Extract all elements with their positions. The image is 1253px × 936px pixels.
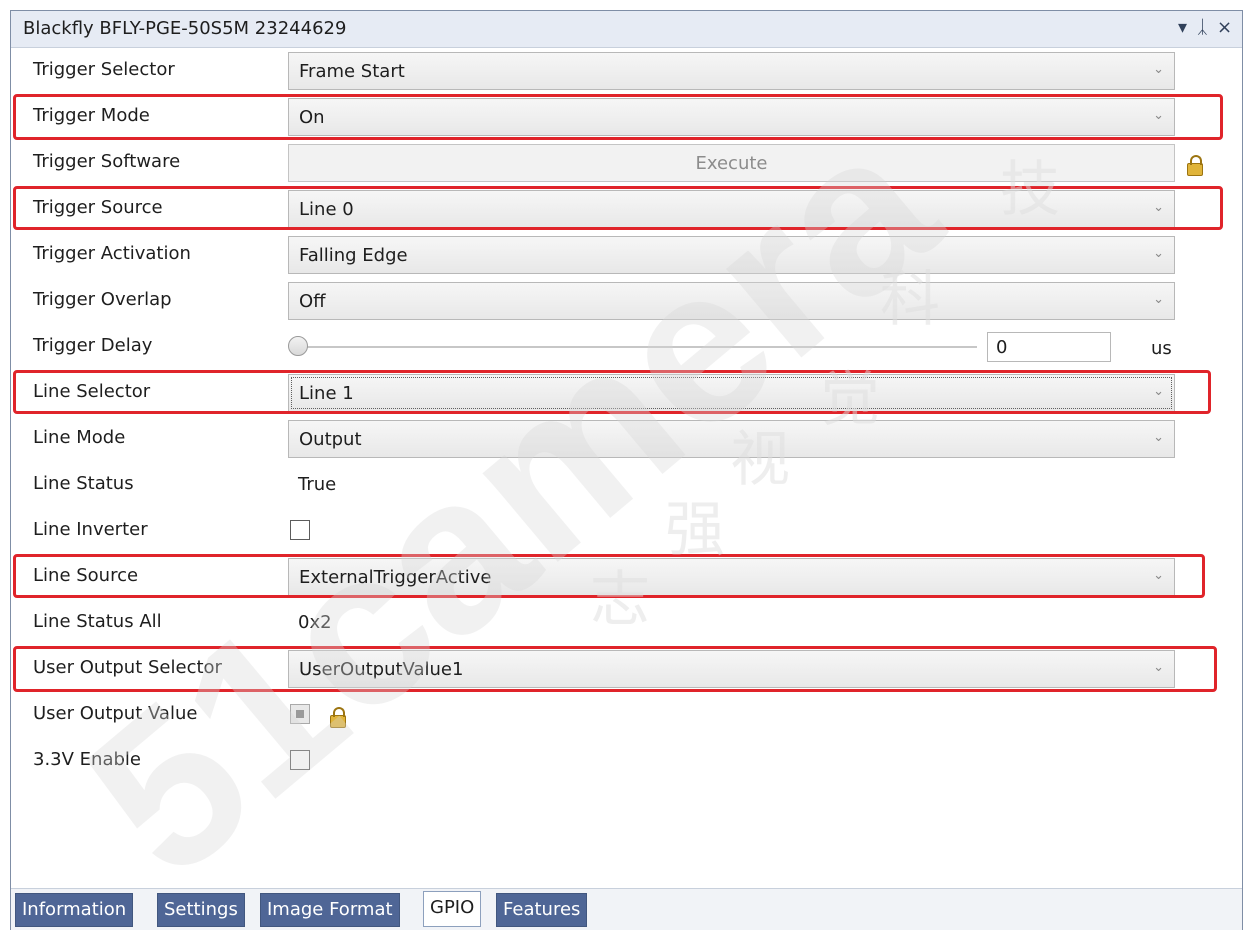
row-line-status: Line Status True [11,462,1242,508]
lock-icon [330,707,346,728]
tab-image-format[interactable]: Image Format [260,893,400,927]
lock-icon [1187,155,1203,176]
trigger-activation-dropdown[interactable]: Falling Edge ⌄ [288,236,1175,274]
row-line-inverter: Line Inverter [11,508,1242,554]
highlight-trigger-source [13,186,1223,230]
line-mode-dropdown[interactable]: Output ⌄ [288,420,1175,458]
close-icon[interactable]: × [1217,17,1232,38]
trigger-selector-dropdown[interactable]: Frame Start ⌄ [288,52,1175,90]
trigger-delay-value: 0 [996,337,1008,358]
trigger-overlap-label: Trigger Overlap [33,289,172,310]
line-status-label: Line Status [33,473,134,494]
trigger-overlap-value: Off [299,291,326,312]
tab-information[interactable]: Information [15,893,134,927]
row-trigger-delay: Trigger Delay 0 us [11,324,1242,370]
row-trigger-activation: Trigger Activation Falling Edge ⌄ [11,232,1242,278]
camera-properties-panel: Blackfly BFLY-PGE-50S5M 23244629 ▾ ᛣ × T… [10,10,1243,930]
trigger-selector-label: Trigger Selector [33,59,175,80]
enable-3v3-checkbox[interactable] [290,750,310,770]
trigger-delay-slider-track[interactable] [299,346,977,348]
execute-button-label: Execute [695,153,768,174]
row-trigger-software: Trigger Software Execute [11,140,1242,186]
user-output-value-label: User Output Value [33,703,198,724]
trigger-delay-input[interactable]: 0 [987,332,1111,362]
trigger-overlap-dropdown[interactable]: Off ⌄ [288,282,1175,320]
chevron-down-icon: ⌄ [1153,430,1164,445]
line-status-all-label: Line Status All [33,611,162,632]
panel-titlebar: Blackfly BFLY-PGE-50S5M 23244629 ▾ ᛣ × [11,11,1242,48]
panel-title: Blackfly BFLY-PGE-50S5M 23244629 [23,18,347,39]
chevron-down-icon: ⌄ [1153,62,1164,77]
tab-bar: Information Settings Image Format GPIO F… [11,888,1242,930]
pin-icon[interactable]: ᛣ [1197,17,1208,38]
trigger-activation-label: Trigger Activation [33,243,191,264]
row-3v3-enable: 3.3V Enable [11,738,1242,784]
enable-3v3-label: 3.3V Enable [33,749,141,770]
line-mode-value: Output [299,429,362,450]
row-line-status-all: Line Status All 0x2 [11,600,1242,646]
panel-menu-icon[interactable]: ▾ [1178,17,1187,38]
line-mode-label: Line Mode [33,427,126,448]
highlight-line-source [13,554,1205,598]
tab-gpio[interactable]: GPIO [423,891,482,927]
trigger-delay-label: Trigger Delay [33,335,153,356]
tab-settings[interactable]: Settings [157,893,245,927]
line-status-all-value: 0x2 [298,612,332,633]
row-line-mode: Line Mode Output ⌄ [11,416,1242,462]
tab-features[interactable]: Features [496,893,588,927]
trigger-activation-value: Falling Edge [299,245,408,266]
execute-button[interactable]: Execute [288,144,1175,182]
row-user-output-value: User Output Value [11,692,1242,738]
row-trigger-overlap: Trigger Overlap Off ⌄ [11,278,1242,324]
line-inverter-checkbox[interactable] [290,520,310,540]
user-output-value-checkbox [290,704,310,724]
highlight-user-output-selector [13,646,1217,692]
chevron-down-icon: ⌄ [1153,246,1164,261]
trigger-software-label: Trigger Software [33,151,181,172]
line-inverter-label: Line Inverter [33,519,148,540]
row-trigger-selector: Trigger Selector Frame Start ⌄ [11,48,1242,94]
highlight-line-selector [13,370,1211,414]
indeterminate-mark [296,710,304,718]
trigger-delay-unit: us [1151,338,1172,359]
highlight-trigger-mode [13,94,1223,140]
line-status-value: True [298,474,337,495]
trigger-selector-value: Frame Start [299,61,405,82]
chevron-down-icon: ⌄ [1153,292,1164,307]
trigger-delay-slider-thumb[interactable] [288,336,308,356]
